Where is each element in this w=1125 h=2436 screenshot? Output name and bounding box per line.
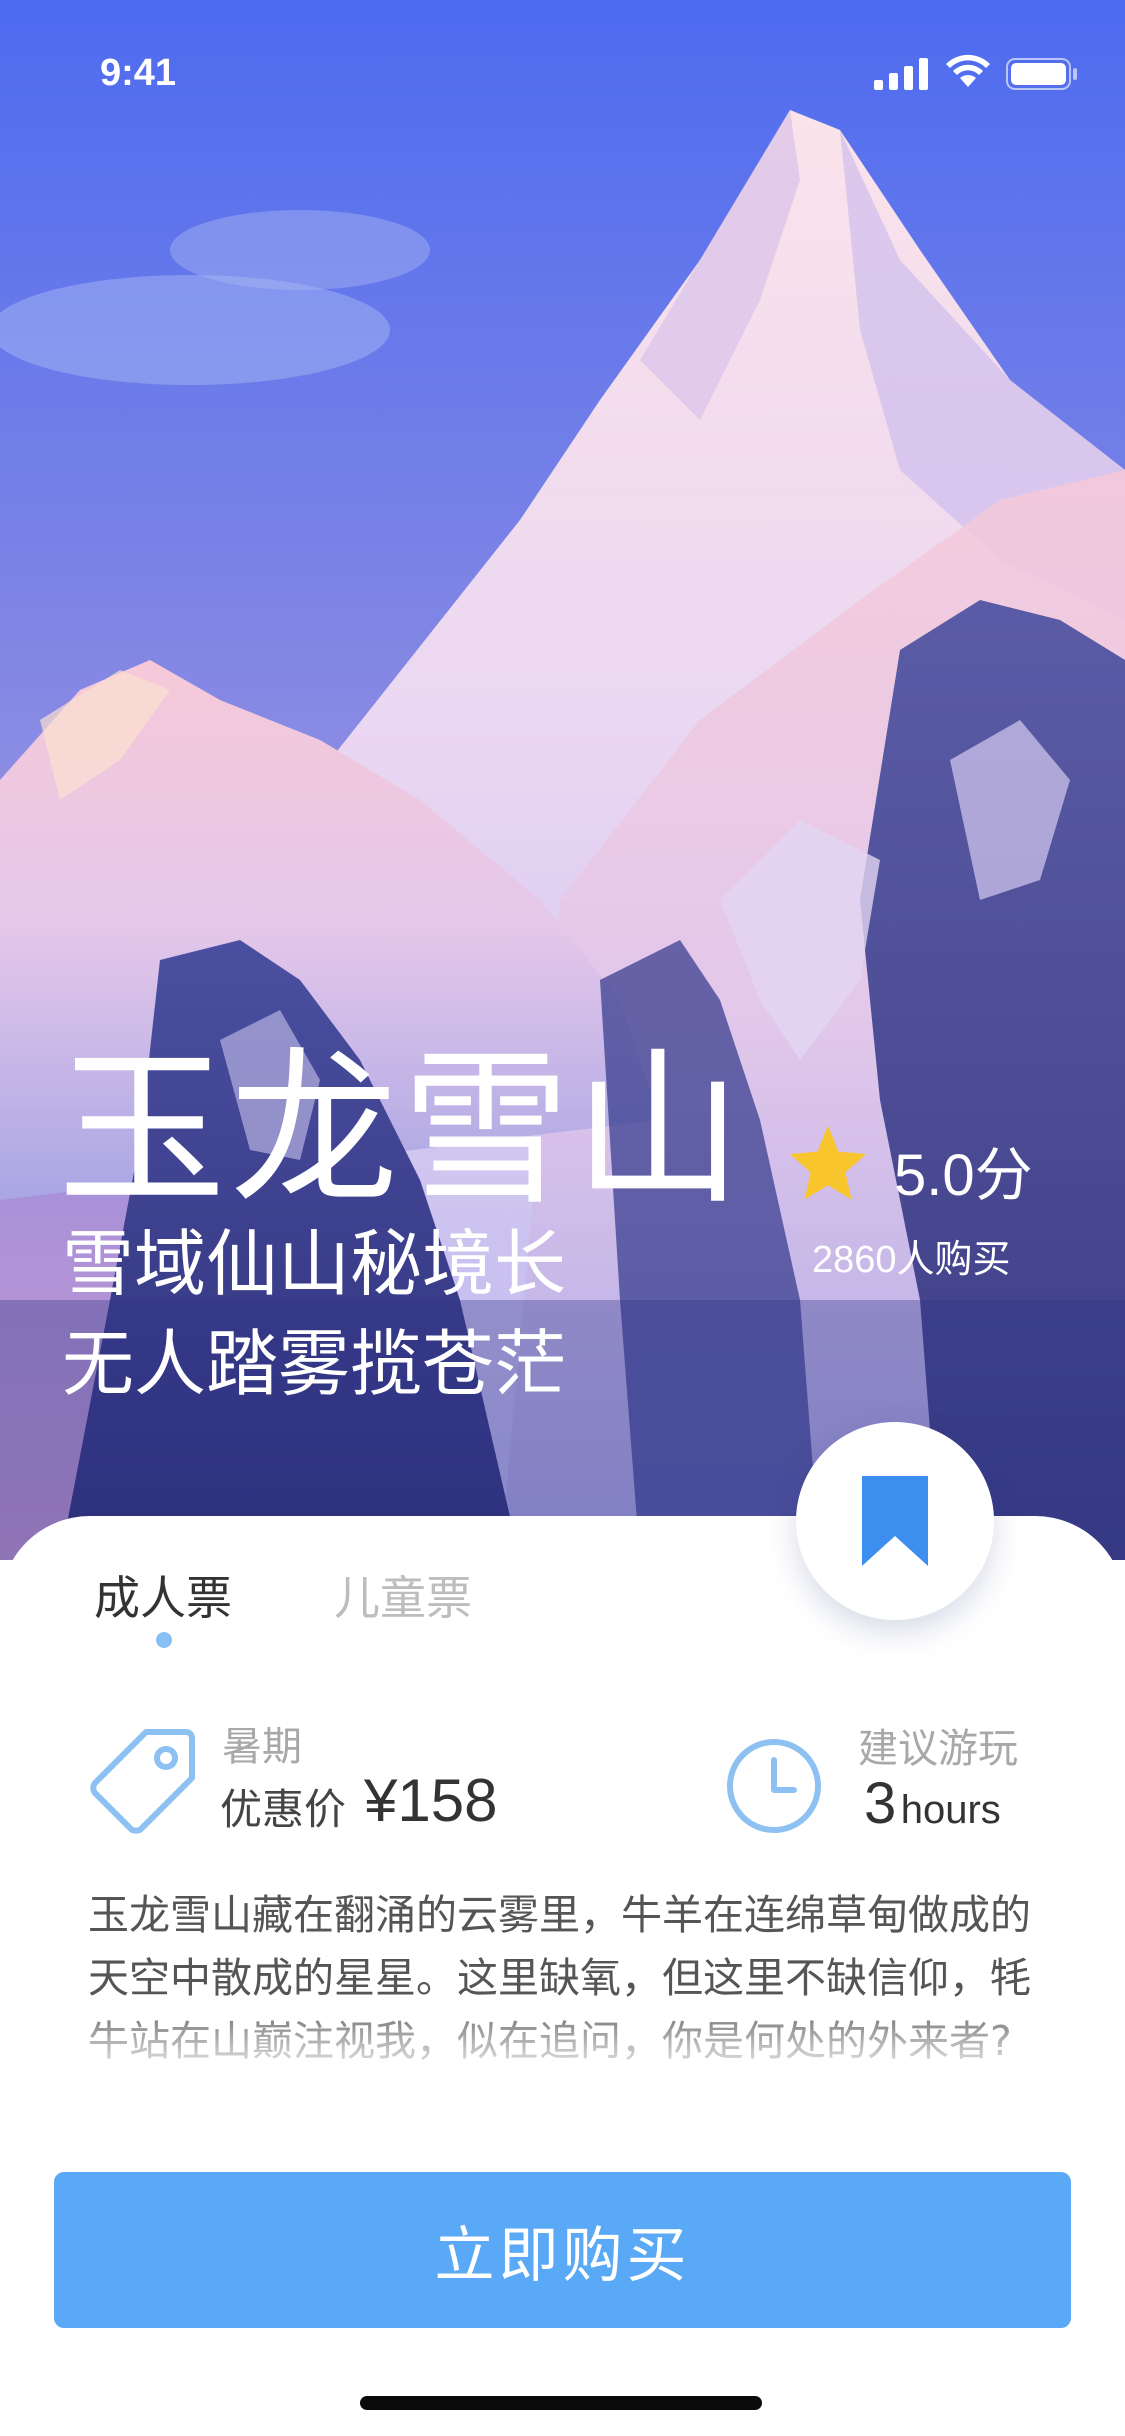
tag-icon (90, 1729, 195, 1834)
tab-adult-ticket[interactable]: 成人票 (94, 1562, 232, 1628)
bookmark-icon (862, 1476, 928, 1566)
buy-now-button[interactable]: 立即购买 (54, 2172, 1071, 2328)
destination-description: 玉龙雪山藏在翻涌的云雾里，牛羊在连绵草甸做成的天空中散成的星星。这里缺氧，但这里… (88, 1891, 1031, 2065)
clock-icon (727, 1739, 821, 1833)
subtitle-line-2: 无人踏雾揽苍茫 (62, 1322, 567, 1406)
status-time: 9:41 (100, 52, 177, 94)
duration-label: 建议游玩 (858, 1726, 1018, 1772)
season-label: 暑期 (222, 1724, 302, 1770)
price-label: 优惠价 (220, 1785, 347, 1834)
destination-title: 玉龙雪山 (58, 1032, 746, 1228)
suggested-duration: 3 hours (864, 1770, 1001, 1837)
rating-score: 5.0分 (894, 1143, 1033, 1208)
wifi-icon (946, 54, 990, 87)
buyer-count: 2860人购买 (812, 1239, 1011, 1281)
tab-child-ticket[interactable]: 儿童票 (334, 1562, 472, 1628)
duration-unit: hours (900, 1788, 1001, 1832)
duration-value: 3 (864, 1771, 897, 1836)
status-bar: 9:41 (0, 0, 1125, 140)
home-indicator[interactable] (360, 2396, 762, 2410)
battery-icon (1006, 58, 1077, 90)
subtitle-line-1: 雪域仙山秘境长 (62, 1222, 567, 1306)
hero-image: 9:41 玉龙雪山 雪域仙山秘境长 无人踏雾揽苍茫 5.0分 2860人购买 (0, 0, 1125, 1560)
bookmark-button[interactable] (796, 1422, 994, 1620)
tab-active-indicator (156, 1632, 172, 1648)
star-icon (789, 1125, 867, 1200)
signal-icon (874, 58, 928, 90)
ticket-price: ¥158 (364, 1767, 498, 1834)
